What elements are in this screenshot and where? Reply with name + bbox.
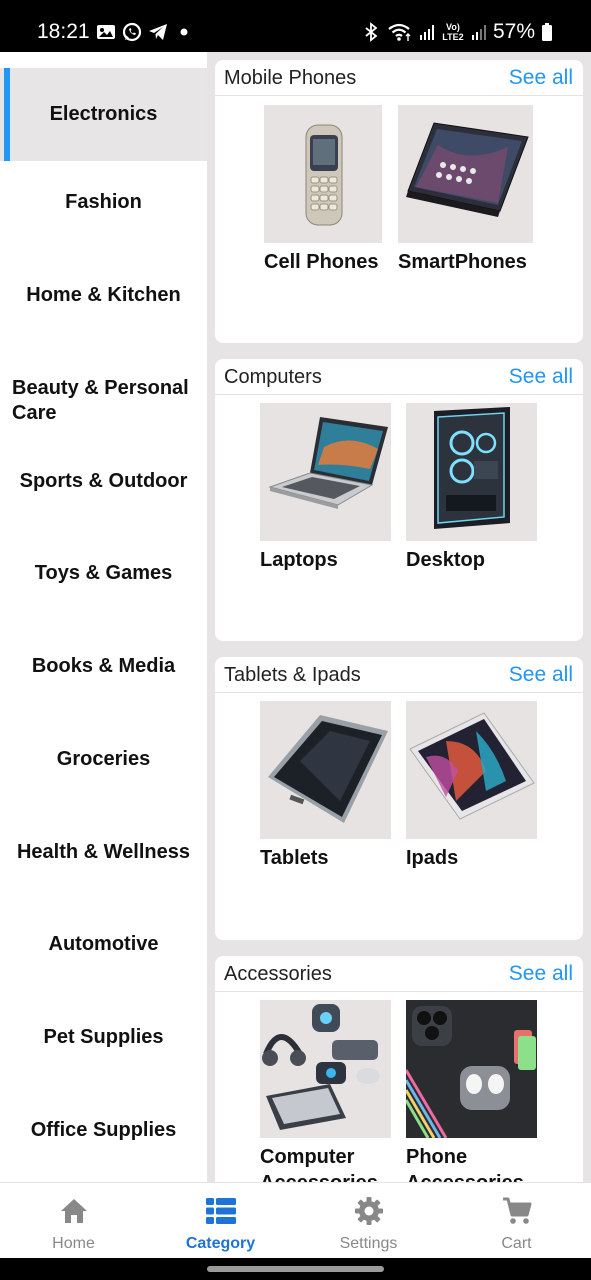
nav-category[interactable]: Category [147, 1183, 294, 1259]
sidebar-item-label: Pet Supplies [43, 1026, 164, 1048]
product-tile[interactable]: Laptops [260, 403, 395, 573]
sidebar-item-groceries[interactable]: Groceries [0, 713, 207, 806]
sidebar-item-home-kitchen[interactable]: Home & Kitchen [0, 249, 207, 342]
signal-icon [419, 25, 434, 40]
sidebar-item-label: Beauty & Personal Care [12, 376, 189, 424]
product-tile[interactable]: Desktop [406, 403, 541, 573]
section-header: Computers See all [215, 359, 583, 395]
product-tile[interactable]: Computer Accessories [260, 1000, 395, 1182]
product-name: Tablets [260, 847, 329, 869]
section-card-tablets-ipads: Tablets & Ipads See all Tablets Ipads [215, 657, 583, 940]
sidebar-item-label: Automotive [48, 933, 159, 955]
nav-home[interactable]: Home [0, 1183, 147, 1259]
status-right: Vo) LTE2 57% [361, 20, 553, 44]
product-name: Ipads [406, 847, 459, 869]
sidebar-item-label: Sports & Outdoor [19, 470, 188, 492]
sidebar-item-label: Home & Kitchen [26, 284, 181, 306]
product-name: Computer Accessories [260, 1146, 378, 1182]
sidebar-item-label: Office Supplies [30, 1119, 177, 1141]
sidebar-item-label: Fashion [65, 191, 142, 213]
signal-icon [471, 25, 486, 40]
smartphone-image [398, 105, 533, 243]
product-name: Phone Accessories [406, 1146, 524, 1182]
product-name: Desktop [406, 549, 485, 571]
wifi-icon [388, 23, 411, 41]
status-time: 18:21 [37, 20, 90, 43]
gear-icon [354, 1197, 383, 1225]
home-icon [60, 1199, 87, 1223]
cart-icon [502, 1197, 531, 1224]
whatsapp-icon [122, 22, 142, 42]
sidebar-item-pet-supplies[interactable]: Pet Supplies [0, 991, 207, 1084]
battery-icon [542, 23, 552, 41]
sidebar-item-label: Electronics [49, 103, 158, 125]
section-title: Accessories [224, 963, 332, 985]
desktop-image [406, 403, 537, 541]
product-tile[interactable]: Ipads [406, 701, 541, 871]
sidebar-item-books[interactable]: Books & Media [0, 620, 207, 713]
nav-label: Home [52, 1235, 95, 1252]
telegram-icon [149, 24, 167, 40]
section-title: Tablets & Ipads [224, 664, 361, 686]
section-card-mobile-phones: Mobile Phones See all Cell Phones SmartP… [215, 60, 583, 343]
see-all-link[interactable]: See all [509, 66, 573, 90]
computer-accessories-image [260, 1000, 391, 1138]
product-name: Laptops [260, 549, 338, 571]
status-bar: 18:21 Vo) LTE2 57% [0, 0, 591, 52]
section-card-computers: Computers See all Laptops Desktop [215, 359, 583, 641]
see-all-link[interactable]: See all [509, 962, 573, 986]
product-name: Cell Phones [264, 251, 379, 273]
sidebar-item-toys[interactable]: Toys & Games [0, 527, 207, 620]
sidebar-item-electronics[interactable]: Electronics [0, 68, 207, 161]
section-card-accessories: Accessories See all Computer Accessories… [215, 956, 583, 1182]
gesture-area [0, 1258, 591, 1280]
network-label: Vo) LTE2 [442, 22, 464, 42]
sidebar-item-label: Groceries [56, 748, 151, 770]
section-header: Tablets & Ipads See all [215, 657, 583, 693]
section-header: Accessories See all [215, 956, 583, 992]
bottom-nav: Home Category Settings Cart [0, 1182, 591, 1258]
nav-cart[interactable]: Cart [443, 1183, 590, 1259]
see-all-link[interactable]: See all [509, 663, 573, 687]
section-header: Mobile Phones See all [215, 60, 583, 96]
sidebar-item-automotive[interactable]: Automotive [0, 898, 207, 991]
product-tile[interactable]: Phone Accessories [406, 1000, 541, 1182]
subcategory-panel: Mobile Phones See all Cell Phones SmartP… [207, 52, 591, 1182]
product-name: SmartPhones [398, 251, 527, 273]
see-all-link[interactable]: See all [509, 365, 573, 389]
nav-label: Category [185, 1235, 256, 1252]
section-title: Mobile Phones [224, 67, 357, 89]
nav-label: Settings [339, 1235, 398, 1252]
sidebar-item-fashion[interactable]: Fashion [0, 156, 207, 249]
laptop-image [260, 403, 391, 541]
sidebar-item-beauty[interactable]: Beauty & Personal Care [0, 354, 207, 447]
category-sidebar: Electronics Fashion Home & Kitchen Beaut… [0, 52, 207, 1182]
nav-label: Cart [501, 1235, 532, 1252]
sidebar-item-office-supplies[interactable]: Office Supplies [0, 1084, 207, 1177]
gesture-handle[interactable] [207, 1266, 384, 1272]
dot-icon [180, 28, 188, 36]
section-title: Computers [224, 366, 322, 388]
gallery-icon [97, 25, 115, 39]
ipad-image [406, 701, 537, 839]
sidebar-item-label: Books & Media [31, 655, 176, 677]
sidebar-item-label: Health & Wellness [16, 841, 191, 863]
tablet-image [260, 701, 391, 839]
sidebar-item-label: Toys & Games [34, 562, 173, 584]
battery-percent: 57% [492, 20, 535, 43]
product-tile[interactable]: Tablets [260, 701, 395, 871]
list-icon [205, 1198, 236, 1224]
app-screen: Electronics Fashion Home & Kitchen Beaut… [0, 52, 591, 1182]
phone-accessories-image [406, 1000, 537, 1138]
sidebar-item-sports[interactable]: Sports & Outdoor [0, 435, 207, 528]
product-tile[interactable]: Cell Phones [264, 105, 399, 275]
product-tile[interactable]: SmartPhones [398, 105, 533, 275]
nav-settings[interactable]: Settings [295, 1183, 442, 1259]
cell-phone-image [264, 105, 382, 243]
bluetooth-icon [365, 22, 378, 42]
sidebar-item-health[interactable]: Health & Wellness [0, 806, 207, 899]
status-left-icons [96, 22, 194, 42]
